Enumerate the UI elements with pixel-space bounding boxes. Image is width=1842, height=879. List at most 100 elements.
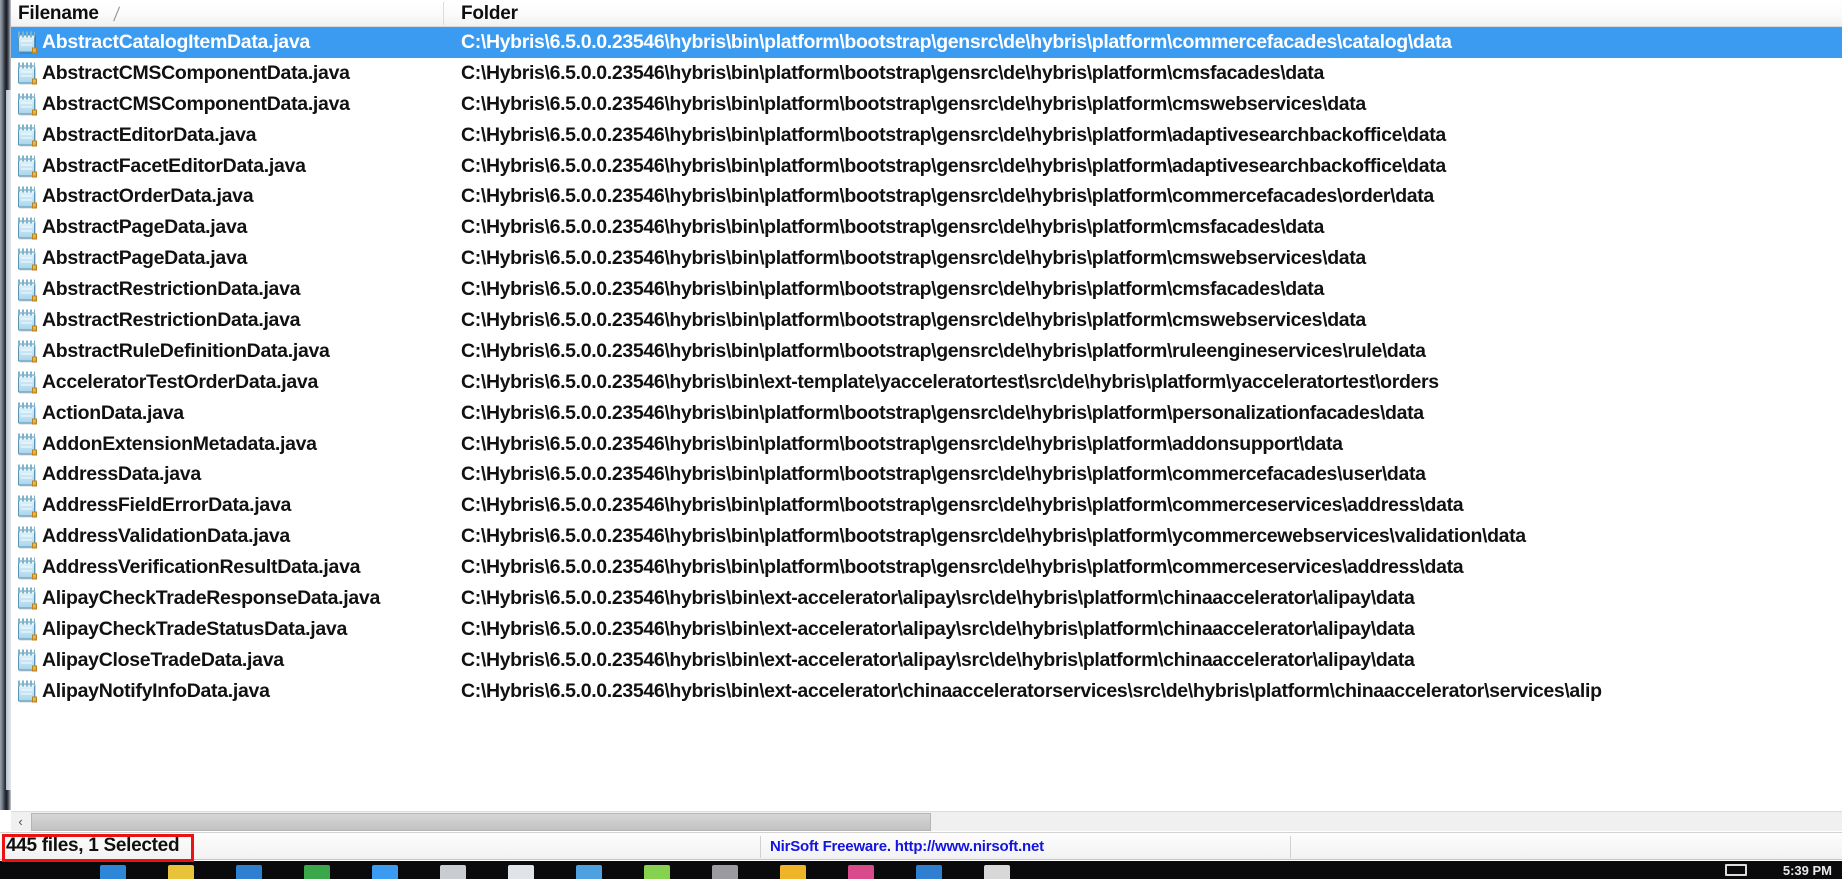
cell-filename: AlipayNotifyInfoData.java	[42, 679, 270, 702]
table-row[interactable]: AddressFieldErrorData.java C:\Hybris\6.5.…	[11, 490, 1842, 521]
taskbar-app-icon[interactable]	[712, 865, 738, 879]
table-row[interactable]: AbstractPageData.java C:\Hybris\6.5.0.0.2…	[11, 212, 1842, 243]
table-row[interactable]: AddressValidationData.java C:\Hybris\6.5.…	[11, 521, 1842, 552]
notepad-file-icon	[16, 649, 37, 672]
taskbar-app-icon[interactable]	[168, 865, 194, 879]
file-list[interactable]: AbstractCatalogItemData.java C:\Hybris\6.…	[11, 27, 1842, 811]
cell-folder: C:\Hybris\6.5.0.0.23546\hybris\bin\platf…	[461, 30, 1452, 53]
taskbar-app-icon[interactable]	[236, 865, 262, 879]
cell-folder: C:\Hybris\6.5.0.0.23546\hybris\bin\platf…	[461, 556, 1464, 579]
cell-filename: AbstractEditorData.java	[42, 123, 257, 146]
notepad-file-icon	[16, 124, 37, 147]
taskbar-app-icon[interactable]	[576, 865, 602, 879]
cell-folder: C:\Hybris\6.5.0.0.23546\hybris\bin\ext-a…	[461, 648, 1415, 671]
taskbar-tray[interactable]	[1725, 864, 1747, 876]
cell-filename: ActionData.java	[42, 401, 184, 424]
cell-filename: AlipayCheckTradeStatusData.java	[42, 617, 348, 640]
taskbar-app-icon[interactable]	[372, 865, 398, 879]
taskbar-app-icon[interactable]	[916, 865, 942, 879]
table-row[interactable]: AbstractCMSComponentData.java C:\Hybris\6…	[11, 58, 1842, 89]
table-row[interactable]: AbstractRuleDefinitionData.java C:\Hybris…	[11, 336, 1842, 367]
cell-folder: C:\Hybris\6.5.0.0.23546\hybris\bin\platf…	[461, 494, 1464, 517]
cell-filename: AbstractRestrictionData.java	[42, 278, 301, 301]
table-row[interactable]: AddressData.java C:\Hybris\6.5.0.0.23546\…	[11, 459, 1842, 490]
table-row[interactable]: AcceleratorTestOrderData.java C:\Hybris\6…	[11, 367, 1842, 398]
cell-filename: AbstractCMSComponentData.java	[42, 61, 350, 84]
column-header-folder[interactable]: Folder	[461, 0, 1841, 27]
notepad-file-icon	[16, 155, 37, 178]
cell-filename: AddressData.java	[42, 463, 201, 486]
status-divider-1	[760, 836, 761, 858]
cell-filename: AbstractFacetEditorData.java	[42, 154, 306, 177]
notepad-file-icon	[16, 587, 37, 610]
table-row[interactable]: AddonExtensionMetadata.java C:\Hybris\6.5…	[11, 429, 1842, 460]
cell-folder: C:\Hybris\6.5.0.0.23546\hybris\bin\platf…	[461, 339, 1426, 362]
battery-icon[interactable]	[1725, 864, 1747, 876]
table-row[interactable]: AbstractPageData.java C:\Hybris\6.5.0.0.2…	[11, 243, 1842, 274]
notepad-file-icon	[16, 680, 37, 703]
column-header-row: Filename ╱ Folder	[11, 0, 1842, 27]
column-header-filename[interactable]: Filename ╱	[18, 0, 450, 27]
notepad-file-icon	[16, 31, 37, 54]
windows-taskbar[interactable]: 5:39 PM	[0, 861, 1842, 879]
notepad-file-icon	[16, 185, 37, 209]
table-row[interactable]: AlipayCheckTradeStatusData.java C:\Hybris…	[11, 614, 1842, 645]
notepad-file-icon	[16, 433, 37, 456]
taskbar-app-icon[interactable]	[848, 865, 874, 879]
scroll-left-arrow-icon[interactable]: ‹	[11, 812, 30, 831]
cell-filename: AlipayCloseTradeData.java	[42, 648, 284, 671]
taskbar-app-icon[interactable]	[644, 865, 670, 879]
status-nirsoft-link[interactable]: NirSoft Freeware. http://www.nirsoft.net	[770, 838, 1044, 855]
table-row[interactable]: AbstractCatalogItemData.java C:\Hybris\6.…	[11, 27, 1842, 58]
sort-ascending-icon: ╱	[113, 6, 120, 21]
taskbar-app-icon[interactable]	[780, 865, 806, 879]
taskbar-app-icon[interactable]	[440, 865, 466, 879]
cell-folder: C:\Hybris\6.5.0.0.23546\hybris\bin\platf…	[461, 123, 1446, 146]
table-row[interactable]: ActionData.java C:\Hybris\6.5.0.0.23546\h…	[11, 398, 1842, 429]
cell-filename: AbstractPageData.java	[42, 247, 248, 270]
notepad-file-icon	[16, 309, 37, 332]
notepad-file-icon	[16, 62, 37, 85]
horizontal-scrollbar-thumb[interactable]	[31, 813, 931, 831]
table-row[interactable]: AddressVerificationResultData.java C:\Hyb…	[11, 552, 1842, 583]
cell-folder: C:\Hybris\6.5.0.0.23546\hybris\bin\platf…	[461, 463, 1426, 486]
cell-folder: C:\Hybris\6.5.0.0.23546\hybris\bin\platf…	[461, 154, 1446, 177]
cell-folder: C:\Hybris\6.5.0.0.23546\hybris\bin\platf…	[461, 525, 1526, 548]
column-divider-1[interactable]	[443, 2, 444, 25]
taskbar-app-icon[interactable]	[984, 865, 1010, 879]
table-row[interactable]: AlipayCloseTradeData.java C:\Hybris\6.5.0…	[11, 645, 1842, 676]
table-row[interactable]: AlipayCheckTradeResponseData.java C:\Hybr…	[11, 583, 1842, 614]
cell-filename: AcceleratorTestOrderData.java	[42, 370, 318, 393]
table-row[interactable]: AbstractRestrictionData.java C:\Hybris\6.…	[11, 305, 1842, 336]
cell-folder: C:\Hybris\6.5.0.0.23546\hybris\bin\ext-a…	[461, 586, 1415, 609]
notepad-file-icon	[16, 494, 37, 518]
taskbar-app-icon[interactable]	[100, 865, 126, 879]
taskbar-app-icon[interactable]	[508, 865, 534, 879]
taskbar-clock[interactable]: 5:39 PM	[1783, 863, 1832, 878]
nirsoft-searchmyfiles-window: Filename ╱ Folder AbstractCatalogItemDat…	[0, 0, 1842, 879]
notepad-file-icon	[16, 371, 37, 394]
cell-folder: C:\Hybris\6.5.0.0.23546\hybris\bin\ext-a…	[461, 679, 1602, 702]
cell-folder: C:\Hybris\6.5.0.0.23546\hybris\bin\platf…	[461, 308, 1366, 331]
cell-filename: AlipayCheckTradeResponseData.java	[42, 586, 381, 609]
horizontal-scrollbar[interactable]: ‹	[11, 811, 1842, 831]
taskbar-app-icon[interactable]	[304, 865, 330, 879]
cell-filename: AddonExtensionMetadata.java	[42, 432, 317, 455]
cell-filename: AbstractRestrictionData.java	[42, 308, 301, 331]
vertical-scrollbar[interactable]	[0, 0, 11, 810]
cell-filename: AbstractCMSComponentData.java	[42, 92, 350, 115]
cell-folder: C:\Hybris\6.5.0.0.23546\hybris\bin\platf…	[461, 61, 1324, 84]
cell-filename: AbstractCatalogItemData.java	[42, 30, 310, 53]
notepad-file-icon	[16, 556, 37, 580]
taskbar-icon-group[interactable]	[100, 865, 1010, 879]
table-row[interactable]: AbstractFacetEditorData.java C:\Hybris\6.…	[11, 151, 1842, 182]
cell-folder: C:\Hybris\6.5.0.0.23546\hybris\bin\platf…	[461, 92, 1366, 115]
cell-folder: C:\Hybris\6.5.0.0.23546\hybris\bin\platf…	[461, 432, 1343, 455]
cell-folder: C:\Hybris\6.5.0.0.23546\hybris\bin\platf…	[461, 216, 1324, 239]
table-row[interactable]: AbstractRestrictionData.java C:\Hybris\6.…	[11, 274, 1842, 305]
table-row[interactable]: AlipayNotifyInfoData.java C:\Hybris\6.5.0…	[11, 676, 1842, 707]
notepad-file-icon	[16, 463, 37, 487]
table-row[interactable]: AbstractCMSComponentData.java C:\Hybris\6…	[11, 89, 1842, 120]
table-row[interactable]: AbstractEditorData.java C:\Hybris\6.5.0.0…	[11, 120, 1842, 151]
table-row[interactable]: AbstractOrderData.java C:\Hybris\6.5.0.0.…	[11, 181, 1842, 212]
